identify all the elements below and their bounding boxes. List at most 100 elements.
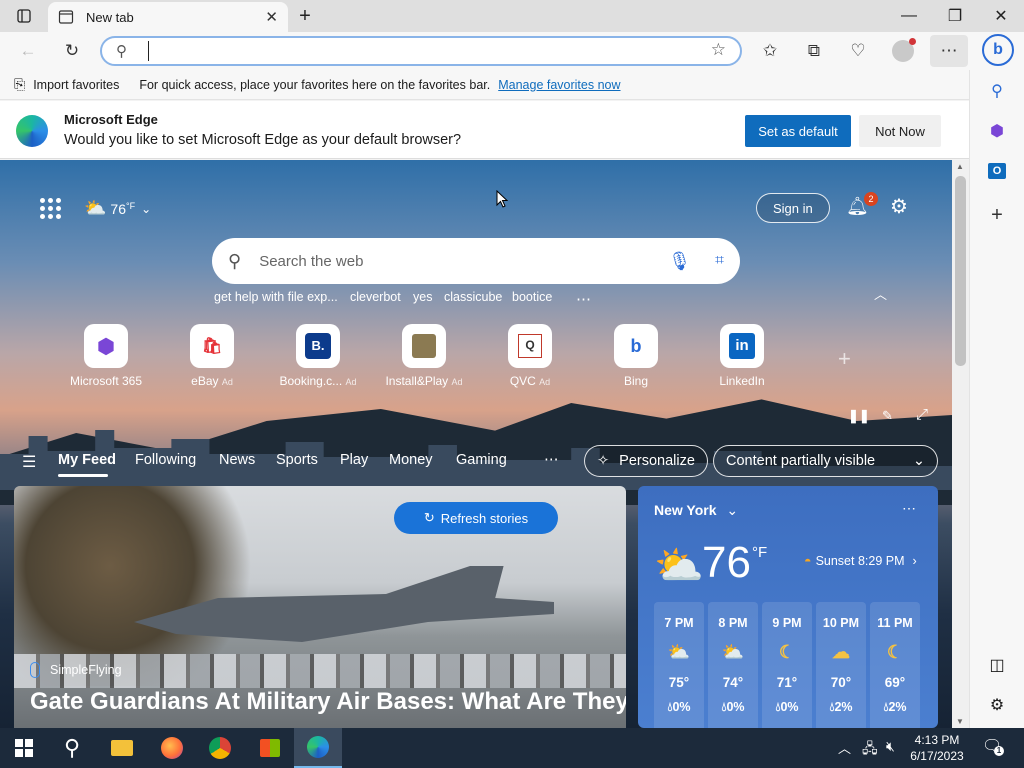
- sign-in-button[interactable]: Sign in: [756, 193, 830, 223]
- sunset-info[interactable]: ◓ Sunset 8:29 PM ›: [804, 554, 917, 568]
- minimize-button[interactable]: ―: [886, 0, 932, 32]
- close-window-button[interactable]: ✕: [978, 0, 1024, 32]
- notification-center-icon[interactable]: 🗨︎ 1: [982, 736, 1004, 756]
- weather-city[interactable]: New York ⌄: [654, 502, 738, 519]
- hour-time: 9 PM: [772, 616, 802, 630]
- content-visibility-dropdown[interactable]: Content partially visible ⌄: [713, 445, 938, 477]
- microsoft-store-icon[interactable]: [246, 728, 294, 768]
- sidebar-search-icon[interactable]: ⚲: [982, 76, 1012, 106]
- page-scrollbar[interactable]: ▲ ▼: [952, 160, 969, 728]
- quick-link[interactable]: Install&Play Ad: [369, 324, 479, 388]
- suggestion-item[interactable]: bootice: [512, 290, 552, 304]
- more-tabs-icon[interactable]: ⋯: [544, 452, 559, 468]
- story-card[interactable]: ↻ Refresh stories SimpleFlying Gate Guar…: [14, 486, 626, 728]
- address-input[interactable]: [148, 41, 648, 61]
- tab-my-feed[interactable]: My Feed: [58, 452, 116, 468]
- visual-search-icon[interactable]: ⌗: [715, 252, 724, 270]
- story-source: SimpleFlying: [30, 662, 122, 678]
- pause-background-icon[interactable]: ❚❚: [848, 408, 870, 424]
- tab-gaming[interactable]: Gaming: [456, 452, 507, 468]
- scroll-up-arrow[interactable]: ▲: [956, 162, 964, 171]
- scroll-down-arrow[interactable]: ▼: [956, 717, 964, 726]
- quick-link[interactable]: ⬢ Microsoft 365: [51, 324, 161, 388]
- suggestion-item[interactable]: yes: [413, 290, 432, 304]
- notifications-bell-icon[interactable]: 🔔︎ 2: [846, 192, 878, 217]
- taskbar-clock[interactable]: 4:13 PM 6/17/2023: [904, 732, 970, 764]
- suggestion-item[interactable]: get help with file exp...: [214, 290, 338, 304]
- tab-title: New tab: [86, 9, 134, 25]
- web-search-box[interactable]: ⚲ Search the web 🎙︎ ⌗: [212, 238, 740, 284]
- tab-new-tab[interactable]: New tab ✕: [48, 2, 288, 32]
- story-headline[interactable]: Gate Guardians At Military Air Bases: Wh…: [30, 688, 626, 716]
- weather-card[interactable]: New York ⌄ ⋯ ⛅ 76 °F ◓ Sunset 8:29 PM › …: [638, 486, 938, 728]
- quick-link[interactable]: 🛍︎ eBay Ad: [157, 324, 267, 388]
- more-suggestions-icon[interactable]: ⋯: [576, 290, 591, 308]
- feed-menu-icon[interactable]: ☰: [22, 452, 36, 472]
- personalize-button[interactable]: ✧ Personalize: [584, 445, 708, 477]
- page-settings-gear-icon[interactable]: ⚙: [890, 194, 908, 219]
- web-search-input[interactable]: Search the web: [259, 253, 668, 270]
- tab-news[interactable]: News: [219, 452, 255, 468]
- collections-icon[interactable]: ⧉: [798, 35, 830, 67]
- sidebar-add-icon[interactable]: +: [982, 200, 1012, 230]
- import-favorites-icon: ⎘: [14, 76, 26, 92]
- taskbar-search-icon[interactable]: ⚲: [48, 728, 96, 768]
- file-explorer-icon[interactable]: [98, 728, 146, 768]
- show-hidden-icons-chevron[interactable]: ︿: [838, 738, 851, 757]
- hour-temp: 74°: [722, 675, 744, 690]
- new-tab-button[interactable]: +: [292, 4, 318, 28]
- favorite-star-icon[interactable]: ☆: [711, 40, 726, 60]
- import-favorites-button[interactable]: Import favorites: [33, 78, 119, 92]
- back-button[interactable]: ←: [12, 35, 44, 67]
- hour-temp: 71°: [776, 675, 798, 690]
- hour-temp: 75°: [668, 675, 690, 690]
- address-bar[interactable]: ⚲ ☆: [100, 36, 742, 66]
- sidebar-office-icon[interactable]: ⬢: [982, 116, 1012, 146]
- tab-following[interactable]: Following: [135, 452, 196, 468]
- tab-money[interactable]: Money: [389, 452, 433, 468]
- windows-start-icon[interactable]: [0, 728, 48, 768]
- scrollbar-thumb[interactable]: [955, 176, 966, 366]
- suggestion-item[interactable]: cleverbot: [350, 290, 401, 304]
- background-info-icon[interactable]: ✎: [882, 408, 893, 424]
- settings-more-icon[interactable]: ⋯: [930, 35, 968, 67]
- weather-more-icon[interactable]: ⋯: [902, 500, 916, 517]
- hour-temp: 69°: [884, 675, 906, 690]
- tab-actions-icon[interactable]: [10, 6, 38, 26]
- quick-link[interactable]: in LinkedIn: [687, 324, 797, 388]
- quick-link[interactable]: b Bing: [581, 324, 691, 388]
- collapse-chevron-up-icon[interactable]: ︿: [874, 284, 887, 303]
- refresh-stories-button[interactable]: ↻ Refresh stories: [394, 502, 558, 534]
- chrome-icon[interactable]: [196, 728, 244, 768]
- apps-launcher-icon[interactable]: [40, 198, 62, 220]
- sidebar-outlook-icon[interactable]: O: [982, 156, 1012, 186]
- favorites-icon[interactable]: ✩: [754, 35, 786, 67]
- browser-essentials-icon[interactable]: ♡: [842, 35, 874, 67]
- sidebar-hide-icon[interactable]: ◫: [982, 650, 1012, 680]
- set-as-default-button[interactable]: Set as default: [745, 115, 851, 147]
- manage-favorites-link[interactable]: Manage favorites now: [498, 78, 620, 92]
- chevron-down-icon: ⌄: [912, 453, 925, 469]
- weather-widget[interactable]: ⛅ 76 °F ⌄: [84, 198, 151, 219]
- edge-taskbar-icon[interactable]: [294, 728, 342, 768]
- expand-background-icon[interactable]: ⤢: [916, 406, 928, 423]
- microphone-icon[interactable]: 🎙︎: [668, 251, 691, 272]
- network-icon[interactable]: 🖧: [862, 738, 878, 762]
- profile-avatar[interactable]: [892, 38, 916, 62]
- refresh-button[interactable]: ↻: [56, 35, 88, 67]
- tab-sports[interactable]: Sports: [276, 452, 318, 468]
- moon-icon: ☾: [778, 642, 796, 662]
- restore-button[interactable]: ❐: [932, 0, 978, 32]
- close-tab-icon[interactable]: ✕: [265, 8, 278, 26]
- quick-link[interactable]: Q QVC Ad: [475, 324, 585, 388]
- bing-chat-icon[interactable]: b: [982, 34, 1014, 66]
- volume-muted-icon[interactable]: 🔇︎: [886, 738, 895, 755]
- not-now-button[interactable]: Not Now: [859, 115, 941, 147]
- tab-play[interactable]: Play: [340, 452, 368, 468]
- add-quick-link-icon[interactable]: +: [838, 346, 851, 372]
- quick-link[interactable]: B. Booking.c... Ad: [263, 324, 373, 388]
- suggestion-item[interactable]: classicube: [444, 290, 502, 304]
- edge-logo-icon: [16, 115, 48, 147]
- sidebar-settings-icon[interactable]: ⚙: [982, 690, 1012, 720]
- firefox-icon[interactable]: [148, 728, 196, 768]
